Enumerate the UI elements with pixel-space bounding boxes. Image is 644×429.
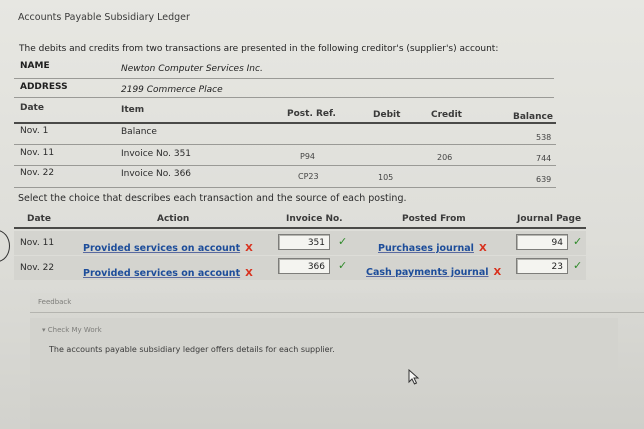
posted-from-select-value[interactable]: Purchases journal — [378, 243, 474, 254]
correct-icon: ✓ — [573, 259, 583, 272]
ledger-header-post-ref: Post. Ref. — [287, 109, 336, 119]
answer-header-invoice: Invoice No. — [286, 214, 343, 224]
ledger-cell-credit: 206 — [437, 153, 453, 162]
ledger-cell-balance: 744 — [536, 154, 552, 163]
account-address-label: ADDRESS — [20, 82, 68, 92]
feedback-label: Feedback — [38, 298, 72, 306]
correct-icon: ✓ — [573, 235, 583, 248]
incorrect-icon: X — [245, 243, 253, 254]
intro-text: The debits and credits from two transact… — [19, 44, 499, 54]
divider — [14, 187, 556, 188]
account-name-label: NAME — [20, 61, 50, 71]
divider — [14, 165, 556, 166]
action-select-value[interactable]: Provided services on account — [83, 243, 240, 254]
ledger-cell-date: Nov. 11 — [20, 148, 55, 158]
posted-from-select[interactable]: Cash payments journal X — [366, 260, 501, 279]
answer-header-posted-from: Posted From — [402, 214, 466, 224]
divider — [14, 144, 556, 145]
correct-icon: ✓ — [338, 259, 348, 272]
correct-icon: ✓ — [338, 235, 348, 248]
divider — [30, 312, 644, 313]
account-name-value: Newton Computer Services Inc. — [121, 64, 263, 74]
ledger-cell-item: Balance — [121, 127, 157, 137]
ledger-header-rule — [14, 122, 556, 124]
journal-page-input[interactable]: 94 — [516, 234, 568, 250]
action-select[interactable]: Provided services on account X — [83, 236, 253, 255]
ledger-header-credit: Credit — [431, 110, 462, 120]
answer-header-journal-page: Journal Page — [517, 214, 582, 224]
answer-header-date: Date — [27, 214, 51, 224]
ledger-cell-debit: 105 — [378, 173, 394, 182]
journal-page-input[interactable]: 23 — [516, 258, 568, 274]
invoice-input[interactable]: 366 — [278, 258, 330, 274]
divider — [14, 78, 554, 79]
ledger-cell-balance: 639 — [536, 175, 552, 184]
ledger-header-date: Date — [20, 103, 44, 113]
check-my-work-toggle[interactable]: ▾ Check My Work — [42, 326, 102, 334]
invoice-input[interactable]: 351 — [278, 234, 330, 250]
answer-cell-date: Nov. 22 — [20, 263, 55, 273]
ledger-cell-post-ref: P94 — [300, 152, 316, 161]
ledger-cell-post-ref: CP23 — [298, 172, 319, 181]
action-select-value[interactable]: Provided services on account — [83, 268, 240, 279]
action-select[interactable]: Provided services on account X — [83, 261, 253, 280]
incorrect-icon: X — [493, 267, 502, 278]
ledger-header-balance: Balance — [513, 112, 553, 122]
incorrect-icon: X — [245, 268, 253, 279]
ledger-header-debit: Debit — [373, 110, 401, 120]
answer-header-rule — [14, 227, 586, 229]
page-title: Accounts Payable Subsidiary Ledger — [18, 12, 190, 23]
mouse-cursor-icon — [408, 369, 420, 385]
divider — [14, 97, 554, 98]
ledger-cell-balance: 538 — [536, 133, 552, 142]
answer-header-action: Action — [157, 214, 190, 224]
posted-from-select-value[interactable]: Cash payments journal — [366, 267, 489, 278]
account-address-value: 2199 Commerce Place — [121, 85, 223, 95]
ledger-cell-item: Invoice No. 366 — [121, 169, 192, 179]
ledger-cell-date: Nov. 22 — [20, 168, 55, 178]
incorrect-icon: X — [478, 243, 487, 254]
ledger-header-item: Item — [121, 105, 145, 115]
posted-from-select[interactable]: Purchases journal X — [378, 236, 487, 255]
ledger-cell-date: Nov. 1 — [20, 126, 49, 136]
ledger-cell-item: Invoice No. 351 — [121, 149, 192, 159]
answer-cell-date: Nov. 11 — [20, 238, 55, 248]
question-prompt: Select the choice that describes each tr… — [18, 193, 407, 204]
feedback-text: The accounts payable subsidiary ledger o… — [49, 345, 335, 354]
